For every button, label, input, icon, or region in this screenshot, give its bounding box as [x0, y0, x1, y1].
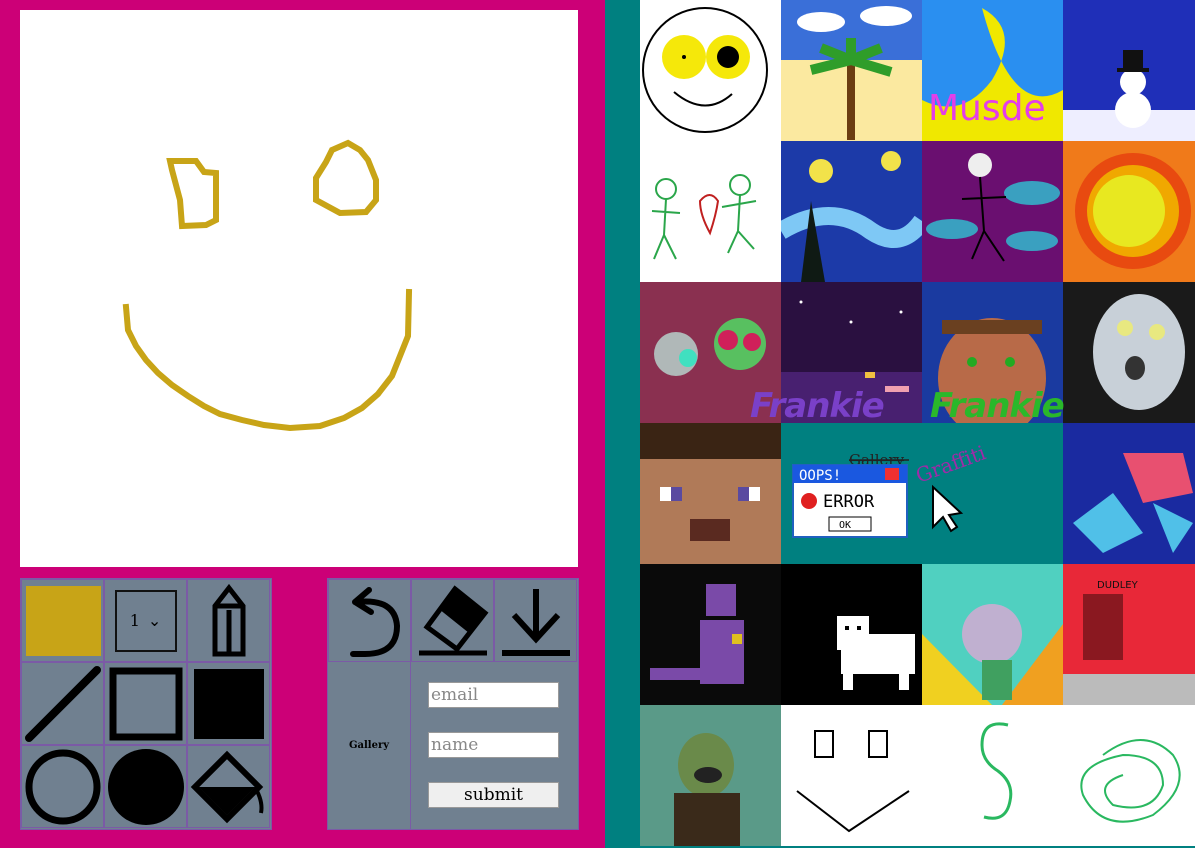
gallery-tile-colorful-abstract[interactable]	[922, 564, 1063, 705]
submit-form: Gallery email name submit	[328, 662, 578, 829]
gallery-tile-porygon[interactable]	[1063, 423, 1195, 564]
svg-text:OK: OK	[839, 520, 851, 531]
gallery-tile-purple-guy[interactable]	[640, 564, 781, 705]
fill-bucket-tool-button[interactable]	[187, 745, 270, 828]
line-icon	[24, 665, 101, 742]
filled-circle-icon	[107, 748, 184, 825]
paint-bucket-icon	[190, 750, 263, 823]
brush-size-select[interactable]: 1 ⌄	[114, 589, 177, 652]
gallery-tile-sun[interactable]	[1063, 141, 1195, 282]
actions-panel: Gallery email name submit	[327, 578, 579, 830]
pencil-tool-button[interactable]	[187, 579, 270, 662]
drawn-left-eye	[166, 158, 219, 230]
gallery-tile-palm-beach[interactable]	[781, 0, 922, 141]
gallery-tile-pale-face[interactable]	[1063, 282, 1195, 423]
gallery-tile-dudley[interactable]: DUDLEY	[1063, 564, 1195, 705]
undo-button[interactable]	[328, 579, 411, 662]
color-swatch[interactable]	[26, 586, 101, 656]
gallery-tile-error-graffiti[interactable]: Gallery OOPS! ERROR OK Graffiti	[781, 423, 1063, 564]
gallery-tile-invader[interactable]	[640, 282, 781, 423]
svg-text:Musde: Musde	[928, 88, 1046, 129]
submit-button[interactable]: submit	[428, 782, 559, 808]
gallery-tile-smiley[interactable]	[640, 0, 781, 141]
brush-size-cell: 1 ⌄	[104, 579, 187, 662]
drawing-panel: 1 ⌄ Gallery email name submit	[0, 0, 605, 848]
undo-icon	[349, 586, 400, 657]
gallery-tile-stickman-clouds[interactable]	[922, 141, 1063, 282]
rectangle-tool-button[interactable]	[104, 662, 187, 745]
svg-text:OOPS!: OOPS!	[799, 468, 841, 484]
circle-tool-button[interactable]	[21, 745, 104, 828]
line-tool-button[interactable]	[21, 662, 104, 745]
svg-text:DUDLEY: DUDLEY	[1097, 580, 1139, 591]
email-field[interactable]: email	[428, 682, 559, 708]
svg-text:ERROR: ERROR	[823, 492, 875, 512]
filled-rectangle-tool-button[interactable]	[187, 662, 270, 745]
drawn-smile	[122, 288, 413, 432]
gallery-tile-zombie[interactable]	[640, 705, 781, 846]
drawing-tools: 1 ⌄	[20, 578, 272, 830]
rectangle-outline-icon	[109, 667, 182, 740]
gallery-tile-dog[interactable]	[781, 564, 922, 705]
gallery-tile-stick-couple[interactable]	[640, 141, 781, 282]
gallery-tile-night-sky[interactable]	[781, 282, 922, 423]
circle-outline-icon	[25, 749, 100, 824]
download-icon	[501, 588, 570, 656]
gallery-tile-simple-face[interactable]	[781, 705, 922, 846]
gallery-tile-musde[interactable]: Musde	[922, 0, 1063, 141]
chevron-down-icon: ⌄	[147, 611, 162, 630]
gallery-tile-green-scribble[interactable]	[1063, 705, 1195, 846]
name-field[interactable]: name	[428, 732, 559, 758]
gallery-grid: Musde Gallery OOPS! ERROR OK Graffiti DU…	[640, 0, 1195, 848]
gallery-tile-steve[interactable]	[640, 423, 781, 564]
filled-circle-tool-button[interactable]	[104, 745, 187, 828]
pencil-icon	[212, 583, 245, 656]
drawn-right-eye	[313, 139, 379, 217]
eraser-icon	[418, 584, 488, 655]
brush-size-value: 1	[129, 611, 140, 630]
gallery-link[interactable]: Gallery	[328, 662, 411, 829]
download-button[interactable]	[494, 579, 577, 662]
eraser-button[interactable]	[411, 579, 494, 662]
gallery-tile-starry-night[interactable]	[781, 141, 922, 282]
filled-rectangle-icon	[193, 668, 264, 739]
gallery-tile-green-s[interactable]	[922, 705, 1063, 846]
gallery-tile-old-man[interactable]	[922, 282, 1063, 423]
gallery-tile-snowman[interactable]	[1063, 0, 1195, 141]
drawing-canvas[interactable]	[20, 10, 578, 567]
color-picker-cell[interactable]	[21, 579, 104, 662]
